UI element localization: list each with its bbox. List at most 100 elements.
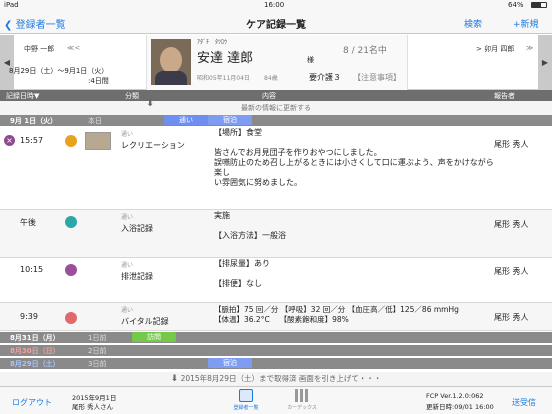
record-row[interactable]: 10:15 通い 排泄記録 【排尿量】あり 【排便】なし 尾形 秀人 xyxy=(0,258,552,303)
arrow-down-icon: ⬇ xyxy=(170,374,179,384)
col-content: 内容 xyxy=(262,92,276,100)
rec-category-icon xyxy=(65,135,77,147)
tab-label: 登録者一覧 xyxy=(233,405,259,411)
tag-shukuhaku: 宿泊 xyxy=(208,358,252,368)
content-line: 【排尿量】あり xyxy=(214,259,270,268)
new-record-button[interactable]: +新規 xyxy=(513,17,539,30)
record-content: 【排尿量】あり 【排便】なし xyxy=(214,259,494,289)
patient-honorific: 様 xyxy=(307,56,314,64)
list-icon xyxy=(239,389,253,402)
day-header[interactable]: 8月30日（日） 2日前 xyxy=(0,345,552,356)
photo-thumbnail[interactable] xyxy=(85,132,111,150)
record-reporter: 尾形 秀人 xyxy=(494,140,529,149)
patient-count: 8 / 21名中 xyxy=(343,46,387,56)
notes-link[interactable]: 【注意事項】 xyxy=(353,72,401,83)
carrier-label: iPad xyxy=(4,1,19,9)
content-line: 【場所】食堂 xyxy=(214,128,262,137)
prev-patient-name[interactable]: 中野 一郎 xyxy=(24,44,54,54)
content-line: 誤嚥防止のため召し上がるときには小さくして口に運ぶよう、声をかけながら楽し xyxy=(214,158,494,177)
battery-icon xyxy=(531,2,547,8)
clock: 16:00 xyxy=(264,1,285,9)
record-content: 実施 【入浴方法】一般浴 xyxy=(214,211,494,241)
content-line xyxy=(214,221,494,231)
record-reporter: 尾形 秀人 xyxy=(494,313,529,322)
content-line: 【入浴方法】一般浴 xyxy=(214,231,286,240)
day-relative: 2日前 xyxy=(88,347,107,355)
grid-icon xyxy=(295,389,309,402)
record-time: 9:39 xyxy=(20,312,38,321)
content-line: 【体温】36.2°C 【酸素飽和度】98% xyxy=(214,315,349,324)
day-date: 9月 1日（火） xyxy=(10,117,58,125)
patient-photo xyxy=(151,39,191,85)
content-line: 皆さんでお月見団子を作りおやつにしました。 xyxy=(214,148,382,157)
patient-age: 84歳 xyxy=(264,75,278,82)
arrow-down-icon: ⬇ xyxy=(146,98,155,109)
delete-icon[interactable]: × xyxy=(4,135,15,146)
prev-patient-button[interactable]: ◀ xyxy=(0,35,14,90)
record-category: 排泄記録 xyxy=(121,272,153,281)
footer-user: 尾形 秀人さん xyxy=(72,403,114,411)
next-patient-name[interactable]: > 卯月 四郎 xyxy=(476,44,514,54)
date-range: 8月29日（土）～9月1日（火） xyxy=(9,67,109,75)
content-line xyxy=(214,138,494,148)
day-date: 8月30日（日） xyxy=(10,347,60,355)
tag-houmon: 訪問 xyxy=(132,332,176,342)
load-more-bar[interactable]: ⬇ 2015年8月29日（土）まで取得済 画面を引き上げて・・・ xyxy=(0,372,552,386)
record-type: 通い xyxy=(121,307,134,314)
date-count: :4日間 xyxy=(88,77,109,85)
rec-category-icon xyxy=(65,312,77,324)
content-line xyxy=(214,269,494,279)
record-row[interactable]: 9:39 通い バイタル記録 【脈拍】75 回／分 【呼吸】32 回／分 【血圧… xyxy=(0,303,552,331)
record-category: 入浴記録 xyxy=(121,224,153,233)
tag-shukuhaku: 宿泊 xyxy=(208,115,252,125)
day-date: 8月31日（月） xyxy=(10,334,60,342)
col-reporter: 報告者 xyxy=(494,92,515,100)
record-time: 午後 xyxy=(20,218,36,227)
day-header[interactable]: 9月 1日（火） 本日 通い 宿泊 xyxy=(0,115,552,126)
rec-category-icon xyxy=(65,216,77,228)
day-relative: 3日前 xyxy=(88,360,107,368)
status-bar: iPad 16:00 64% xyxy=(0,0,552,10)
sync-button[interactable]: 送受信 xyxy=(512,397,536,408)
care-level: 要介護３ xyxy=(309,73,341,82)
tab-label: カーデックス xyxy=(287,405,317,411)
record-content: 【場所】食堂 皆さんでお月見団子を作りおやつにしました。 誤嚥防止のため召し上が… xyxy=(214,128,494,188)
refresh-bar[interactable]: ⬇ 最新の情報に更新する xyxy=(0,98,552,115)
tab-registrants[interactable]: 登録者一覧 xyxy=(226,389,266,413)
record-reporter: 尾形 秀人 xyxy=(494,220,529,229)
prev-arrows[interactable]: ≪< xyxy=(67,44,80,52)
version-label: FCP Ver.1.2.0:062 xyxy=(426,392,484,400)
patient-name: 安達 達郎 xyxy=(197,51,254,66)
patient-card[interactable]: ｱﾀﾞﾁ ﾀﾂﾛｳ 安達 達郎 様 昭和05年11月04日 84歳 8 / 21… xyxy=(146,35,408,90)
record-row[interactable]: 午後 通い 入浴記録 実施 【入浴方法】一般浴 尾形 秀人 xyxy=(0,210,552,258)
record-type: 通い xyxy=(121,262,134,269)
day-date: 8月29日（土） xyxy=(10,360,60,368)
col-datetime[interactable]: 記録日時▼ xyxy=(6,91,39,101)
battery-level: 64% xyxy=(508,1,524,9)
patient-kana: ｱﾀﾞﾁ ﾀﾂﾛｳ xyxy=(197,39,228,46)
content-line: 【脈拍】75 回／分 【呼吸】32 回／分 【血圧高／低】125／86 mmHg xyxy=(214,305,459,314)
record-category: レクリエーション xyxy=(121,141,185,150)
content-line: 実施 xyxy=(214,211,230,220)
load-more-label: 2015年8月29日（土）まで取得済 画面を引き上げて・・・ xyxy=(180,374,382,383)
col-category: 分類 xyxy=(125,92,139,100)
caret-right-icon: ▶ xyxy=(541,58,549,67)
tab-kardex[interactable]: カーデックス xyxy=(282,389,322,413)
content-line: い雰囲気に努めました。 xyxy=(214,178,302,187)
tag-tsuai: 通い xyxy=(164,115,208,125)
refresh-label: 最新の情報に更新する xyxy=(241,104,311,112)
logout-button[interactable]: ログアウト xyxy=(12,397,52,408)
patient-dob: 昭和05年11月04日 xyxy=(197,75,250,82)
record-category: バイタル記録 xyxy=(121,317,169,326)
record-row[interactable]: × 15:57 通い レクリエーション 【場所】食堂 皆さんでお月見団子を作りお… xyxy=(0,126,552,210)
record-type: 通い xyxy=(121,131,134,138)
next-patient-button[interactable]: ▶ xyxy=(538,35,552,90)
update-time: 更新日時:09/01 16:00 xyxy=(426,403,494,411)
next-arrows[interactable]: ≫ xyxy=(526,44,533,52)
record-reporter: 尾形 秀人 xyxy=(494,267,529,276)
day-header[interactable]: 8月31日（月） 1日前 訪問 xyxy=(0,332,552,343)
day-relative: 1日前 xyxy=(88,334,107,342)
day-header[interactable]: 8月29日（土） 3日前 宿泊 xyxy=(0,358,552,369)
search-button[interactable]: 検索 xyxy=(464,17,482,30)
column-header: 記録日時▼ 分類 内容 報告者 xyxy=(0,90,552,101)
